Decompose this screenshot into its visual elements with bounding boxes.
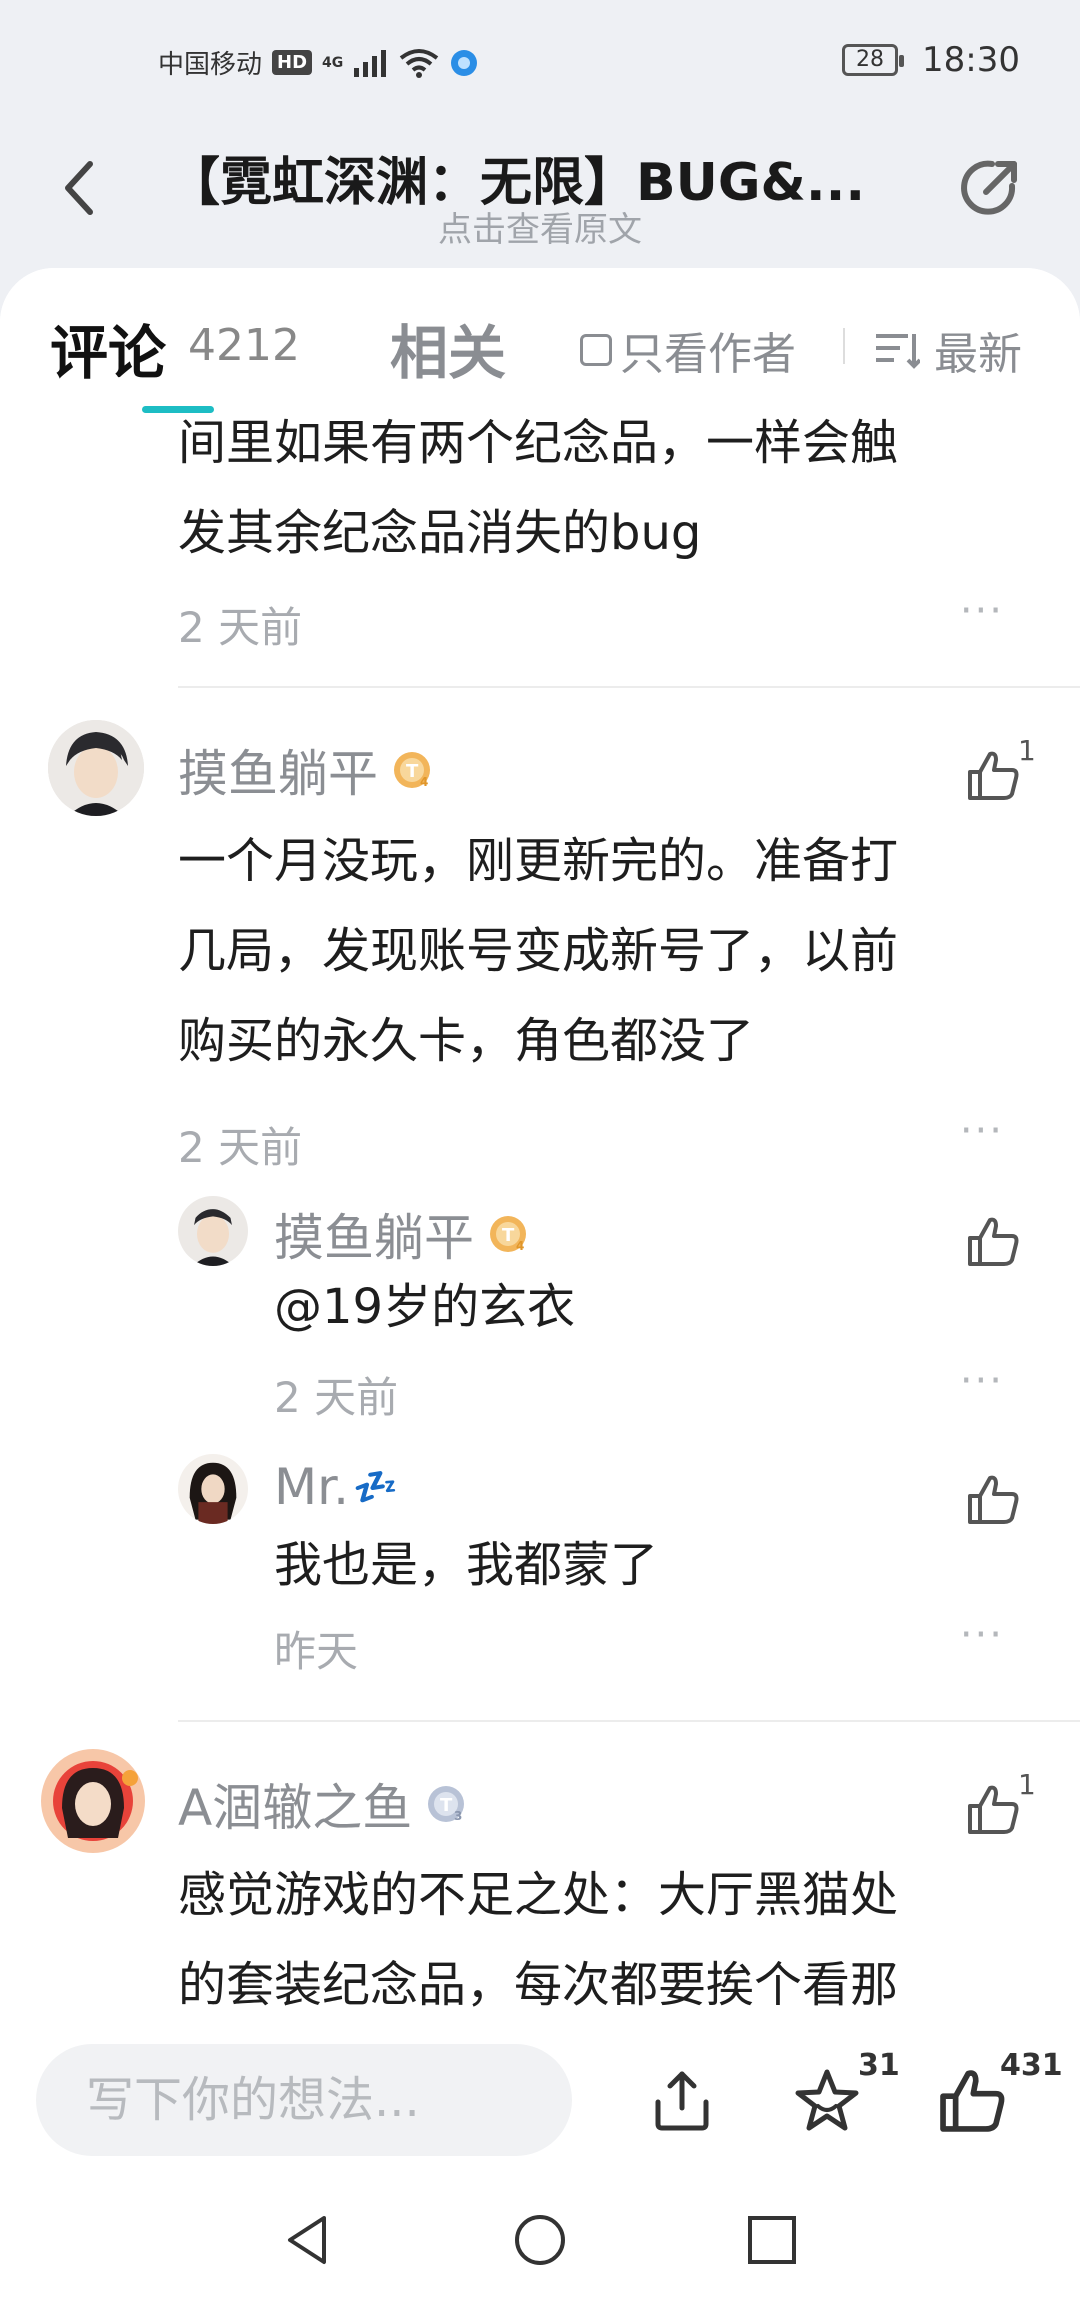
avatar[interactable] <box>178 1454 248 1524</box>
svg-text:4: 4 <box>516 1239 524 1253</box>
sort-label: 最新 <box>934 329 1022 380</box>
svg-text:T: T <box>440 1795 453 1816</box>
comment-text-line: 购买的永久卡，角色都没了 <box>178 1013 755 1069</box>
share-upload-icon[interactable] <box>650 2068 714 2132</box>
like-post-icon[interactable] <box>938 2066 1006 2134</box>
sleep-emoji-icon: 💤 <box>353 1467 398 1508</box>
like-icon[interactable] <box>966 1782 1020 1836</box>
status-bar: 中国移动 HD 4G 28 18:30 <box>0 0 1080 120</box>
divider <box>178 686 1080 688</box>
comment-time: 2 天前 <box>178 603 303 652</box>
share-icon[interactable] <box>958 156 1022 220</box>
sort-button[interactable]: 最新 <box>874 318 1022 382</box>
network-type: 4G <box>322 54 344 71</box>
svg-text:3: 3 <box>454 1809 462 1823</box>
level-badge-icon: T 3 <box>428 1786 465 1823</box>
active-tab-indicator <box>142 406 214 413</box>
like-count: 1 <box>1018 1768 1036 1801</box>
bottom-action-bar: 写下你的想法... 31 431 <box>0 2018 1080 2168</box>
svg-text:T: T <box>502 1225 515 1246</box>
favorite-star-icon[interactable] <box>792 2066 862 2136</box>
comments-panel: 间里如果有两个纪念品，一样会触 发其余纪念品消失的bug 2 天前 ··· 摸鱼… <box>0 268 1080 2018</box>
wifi-icon <box>400 48 439 78</box>
system-home-icon[interactable] <box>512 2212 568 2268</box>
only-author-toggle[interactable]: 只看作者 <box>580 318 796 382</box>
comment-time: 2 天前 <box>178 1123 303 1172</box>
system-recents-icon[interactable] <box>744 2212 800 2268</box>
level-badge-icon: T 4 <box>394 752 430 789</box>
reply-text: @19岁的玄衣 <box>274 1279 576 1335</box>
like-count: 1 <box>1018 734 1036 767</box>
sort-icon <box>876 334 920 369</box>
only-author-label: 只看作者 <box>620 329 796 380</box>
tab-related[interactable]: 相关 <box>390 306 506 390</box>
reply-time: 2 天前 <box>274 1373 399 1422</box>
svg-text:4: 4 <box>420 775 428 789</box>
comment-input[interactable]: 写下你的想法... <box>36 2044 572 2156</box>
view-original-link[interactable]: 点击查看原文 <box>0 202 1080 251</box>
reply-username[interactable]: 摸鱼躺平 <box>274 1198 474 1270</box>
status-right: 28 18:30 <box>842 40 1020 80</box>
carrier-label: 中国移动 <box>158 50 263 80</box>
battery-icon: 28 <box>842 44 905 76</box>
comment-username[interactable]: A涸辙之鱼 <box>178 1768 412 1840</box>
top-nav: 【霓虹深渊：无限】BUG&... 点击查看原文 <box>0 120 1080 270</box>
comments-count: 4212 <box>188 320 300 371</box>
signal-icon <box>354 49 387 77</box>
reply-time: 昨天 <box>274 1627 359 1676</box>
avatar[interactable] <box>40 1748 146 1854</box>
hd-badge: HD <box>272 50 313 75</box>
comment-username[interactable]: 摸鱼躺平 <box>178 734 378 806</box>
checkbox-icon <box>580 334 612 366</box>
more-options-icon[interactable]: ··· <box>960 1612 1004 1658</box>
comment-text-line: 发其余纪念品消失的bug <box>178 505 702 561</box>
more-options-icon[interactable]: ··· <box>960 588 1004 634</box>
divider <box>843 328 845 364</box>
reply-text: 我也是，我都蒙了 <box>274 1537 659 1593</box>
reply-username[interactable]: Mr. <box>274 1458 349 1516</box>
comment-text-line: 几局，发现账号变成新号了，以前 <box>178 923 899 979</box>
clock: 18:30 <box>922 40 1020 80</box>
divider <box>178 1720 1080 1722</box>
status-left: 中国移动 HD 4G <box>158 44 479 81</box>
level-badge-icon: T 4 <box>490 1216 526 1253</box>
comment-text-line: 感觉游戏的不足之处：大厅黑猫处 <box>178 1867 899 1923</box>
comment-tabs: 评论 4212 相关 只看作者 最新 <box>0 268 1080 418</box>
more-options-icon[interactable]: ··· <box>960 1108 1004 1154</box>
avatar[interactable] <box>48 720 144 816</box>
like-icon[interactable] <box>966 748 1020 802</box>
app-notification-icon <box>451 49 478 76</box>
like-icon[interactable] <box>966 1472 1020 1526</box>
like-icon[interactable] <box>966 1214 1020 1268</box>
svg-text:T: T <box>406 761 419 782</box>
system-navigation-bar <box>0 2168 1080 2310</box>
likes-count: 431 <box>1000 2048 1063 2083</box>
comment-text-line: 一个月没玩，刚更新完的。准备打 <box>178 833 899 889</box>
tab-comments[interactable]: 评论 <box>50 306 166 390</box>
favorites-count: 31 <box>858 2048 900 2083</box>
system-back-icon[interactable] <box>280 2212 336 2268</box>
comment-text-line: 的套装纪念品，每次都要挨个看那 <box>178 1957 899 2013</box>
avatar[interactable] <box>178 1196 248 1266</box>
more-options-icon[interactable]: ··· <box>960 1358 1004 1404</box>
